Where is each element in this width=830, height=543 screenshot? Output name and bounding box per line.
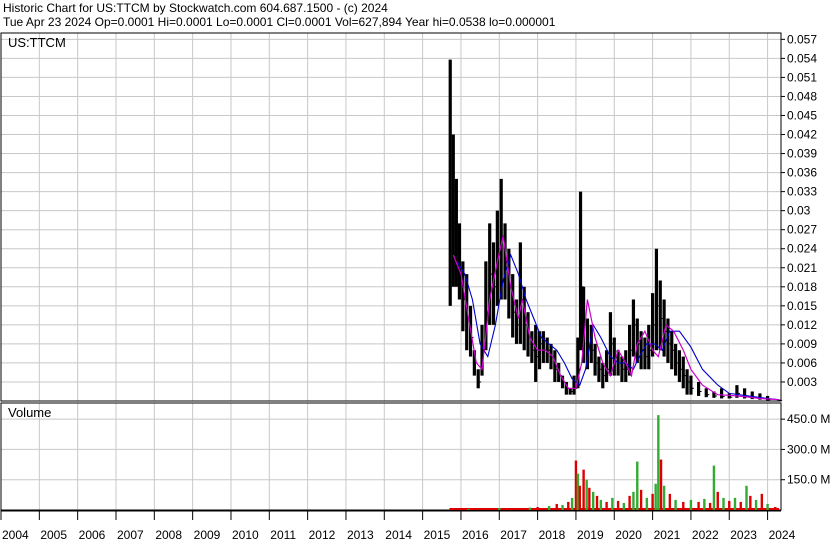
price-tick-label: 0.03 — [787, 204, 811, 218]
x-tick-label: 2024 — [769, 528, 796, 542]
price-tick-label: 0.054 — [787, 51, 817, 65]
x-tick-label: 2011 — [270, 528, 296, 542]
price-tick-label: 0.003 — [787, 375, 817, 389]
x-tick-label: 2022 — [692, 528, 719, 542]
x-axis: 2004 2005 2006 2007 2008 2009 2010 2011 2012 2013… — [0, 510, 796, 542]
volume-tick-label: 300.0 M — [787, 442, 830, 456]
x-tick-label: 2018 — [539, 528, 566, 542]
x-tick-label: 2004 — [2, 528, 29, 542]
x-tick-label: 2012 — [309, 528, 336, 542]
x-tick-label: 2015 — [424, 528, 451, 542]
price-tick-label: 0.015 — [787, 299, 817, 313]
volume-tick-label: 450.0 M — [787, 412, 830, 426]
x-tick-label: 2008 — [155, 528, 182, 542]
price-tick-label: 0.051 — [787, 70, 817, 84]
x-tick-label: 2019 — [577, 528, 604, 542]
x-tick-label: 2017 — [500, 528, 527, 542]
price-panel-label: US:TTCM — [8, 35, 66, 50]
x-tick-label: 2005 — [40, 528, 67, 542]
x-tick-label: 2006 — [79, 528, 106, 542]
price-tick-label: 0.033 — [787, 185, 817, 199]
price-tick-label: 0.057 — [787, 32, 817, 46]
price-tick-label: 0.021 — [787, 261, 817, 275]
price-tick-label: 0.018 — [787, 280, 817, 294]
x-tick-label: 2009 — [194, 528, 221, 542]
volume-panel-label: Volume — [8, 405, 51, 420]
x-tick-label: 2016 — [462, 528, 489, 542]
price-tick-label: 0.045 — [787, 108, 817, 122]
x-tick-label: 2023 — [730, 528, 757, 542]
volume-y-axis: 450.0 M 300.0 M 150.0 M — [781, 412, 830, 487]
price-tick-label: 0.009 — [787, 337, 817, 351]
price-tick-label: 0.012 — [787, 318, 817, 332]
volume-tick-label: 150.0 M — [787, 473, 830, 487]
price-tick-label: 0.036 — [787, 166, 817, 180]
price-tick-label: 0.006 — [787, 356, 817, 370]
price-tick-label: 0.027 — [787, 223, 817, 237]
x-tick-label: 2010 — [232, 528, 259, 542]
x-tick-label: 2013 — [347, 528, 374, 542]
x-tick-label: 2014 — [385, 528, 412, 542]
stock-chart: 0.057 0.054 0.051 0.048 0.045 0.042 0.039 0.036… — [0, 32, 830, 542]
x-tick-label: 2020 — [615, 528, 642, 542]
x-tick-label: 2021 — [654, 528, 681, 542]
price-tick-label: 0.042 — [787, 128, 817, 142]
price-tick-label: 0.039 — [787, 147, 817, 161]
x-tick-label: 2007 — [117, 528, 144, 542]
price-tick-label: 0.048 — [787, 89, 817, 103]
price-tick-label: 0.024 — [787, 242, 817, 256]
price-y-axis: 0.057 0.054 0.051 0.048 0.045 0.042 0.039 0.036… — [781, 32, 817, 389]
